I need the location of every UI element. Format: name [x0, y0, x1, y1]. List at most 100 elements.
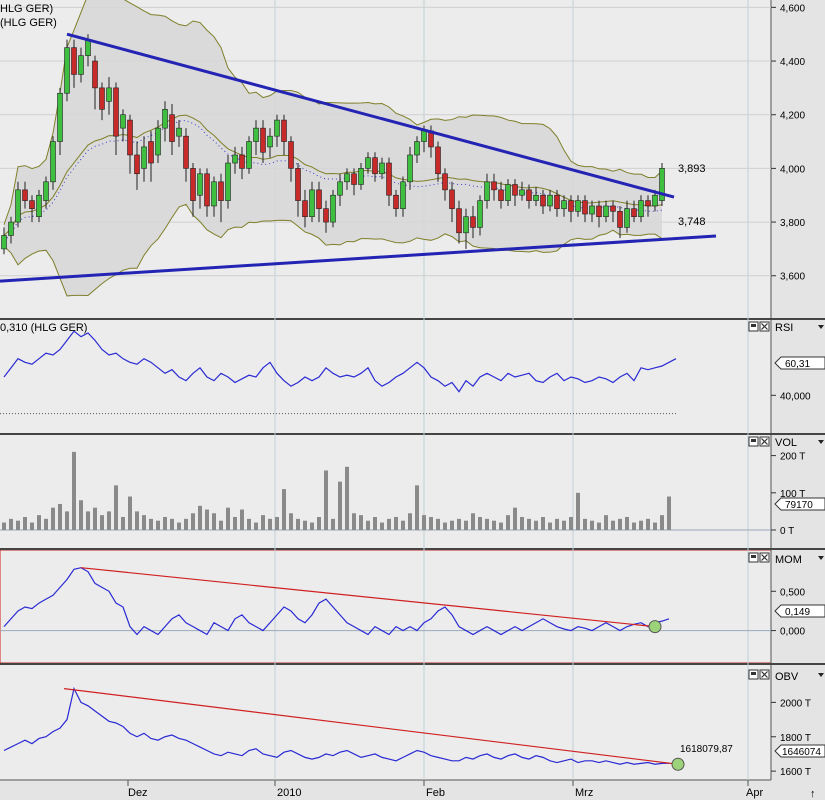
volume-bar [590, 520, 594, 530]
candle-body [393, 194, 399, 209]
rsi-value-box: 60,31 [774, 356, 825, 370]
x-label-feb: Feb [426, 787, 445, 799]
volume-bar [275, 516, 279, 530]
candle-body [344, 173, 350, 183]
x-label-dez: Dez [128, 787, 148, 799]
volume-bar [359, 515, 363, 530]
volume-bar [30, 522, 34, 530]
volume-bar [604, 515, 608, 530]
rsi-title: 0,310 (HLG GER) [0, 322, 87, 334]
volume-bar [569, 516, 573, 530]
volume-bar [247, 518, 251, 530]
candle-body [624, 208, 630, 228]
volume-bar [317, 516, 321, 530]
candle-body [281, 119, 287, 142]
candle-body [267, 135, 273, 148]
candle-body [421, 130, 427, 142]
candle-body [218, 181, 224, 201]
volume-bar [100, 515, 104, 530]
candle-body [162, 109, 168, 129]
candle-body [547, 194, 553, 207]
candle-body [57, 92, 63, 142]
volume-bar [177, 522, 181, 530]
volume-bar [142, 515, 146, 530]
candle-body [106, 87, 112, 102]
volume-bar [443, 522, 447, 530]
candle-body [561, 200, 567, 209]
volume-bar [303, 520, 307, 530]
candle-body [148, 141, 154, 164]
volume-bar [44, 518, 48, 530]
vol-name: VOL [775, 437, 797, 449]
candle-body [127, 119, 133, 156]
candle-body [239, 154, 245, 169]
candle-body [400, 181, 406, 209]
volume-bar [485, 518, 489, 530]
volume-bar [282, 489, 286, 530]
mom-axis-label: 0,500 [780, 587, 805, 598]
candle-body [470, 216, 476, 228]
volume-bar [422, 515, 426, 530]
candle-body [526, 189, 532, 201]
candle-body [330, 194, 336, 223]
volume-bar [58, 503, 62, 530]
volume-bar [184, 518, 188, 530]
volume-bar [436, 518, 440, 530]
candle-body [589, 205, 595, 215]
volume-bar [576, 492, 580, 530]
volume-bar [170, 518, 174, 530]
candle-body [631, 208, 637, 218]
candle-body [113, 87, 119, 137]
candle-body [638, 200, 644, 218]
volume-bar [149, 518, 153, 530]
candle-body [225, 162, 231, 201]
candle-body [246, 141, 252, 169]
candle-body [64, 47, 70, 94]
x-label-mrz: Mrz [575, 787, 593, 799]
volume-bar [345, 466, 349, 530]
price-axis-label: 4,200 [780, 111, 805, 122]
candle-body [645, 200, 651, 207]
obv-end-label: 1618079,87 [680, 744, 733, 755]
candle-body [71, 47, 77, 75]
candle-body [323, 208, 329, 223]
candle-body [183, 135, 189, 169]
volume-bar [401, 520, 405, 530]
volume-bar [492, 520, 496, 530]
price-axis-label: 3,600 [780, 272, 805, 283]
momentum-breakout-marker [648, 620, 662, 634]
candle-body [197, 173, 203, 196]
mom-value-box: 0,149 [774, 604, 825, 618]
candle-body [484, 181, 490, 201]
candle-body [302, 200, 308, 218]
mom-panel-bg [0, 549, 772, 664]
volume-bar [611, 520, 615, 530]
candle-body [36, 194, 42, 218]
candle-body [85, 39, 91, 56]
obv-axis-label: 1800 T [780, 733, 811, 744]
candle-body [43, 181, 49, 201]
vol-axis-label: 200 T [780, 452, 805, 463]
price-axis-label: 3,800 [780, 218, 805, 229]
volume-bar [506, 515, 510, 530]
candle-body [274, 119, 280, 137]
volume-bar [296, 518, 300, 530]
volume-bar [65, 511, 69, 530]
rsi-name: RSI [775, 322, 793, 334]
volume-bar [639, 520, 643, 530]
volume-bar [632, 522, 636, 530]
chart-canvas: 4,600 4,400 4,200 4,000 3,800 3,600 40,000 200 … [0, 0, 825, 800]
volume-bar [478, 516, 482, 530]
candle-body [519, 189, 525, 196]
mom-axis-label: 0,000 [780, 627, 805, 638]
candle-body [582, 200, 588, 215]
volume-bar [268, 518, 272, 530]
rsi-current-value: 60,31 [785, 359, 810, 370]
volume-bar [660, 515, 664, 530]
x-label-2010: 2010 [277, 787, 301, 799]
candle-body [533, 194, 539, 201]
candle-body [477, 200, 483, 228]
volume-bar [513, 507, 517, 530]
scroll-arrow-icon[interactable]: ↑ [810, 788, 816, 800]
candle-body [155, 127, 161, 156]
